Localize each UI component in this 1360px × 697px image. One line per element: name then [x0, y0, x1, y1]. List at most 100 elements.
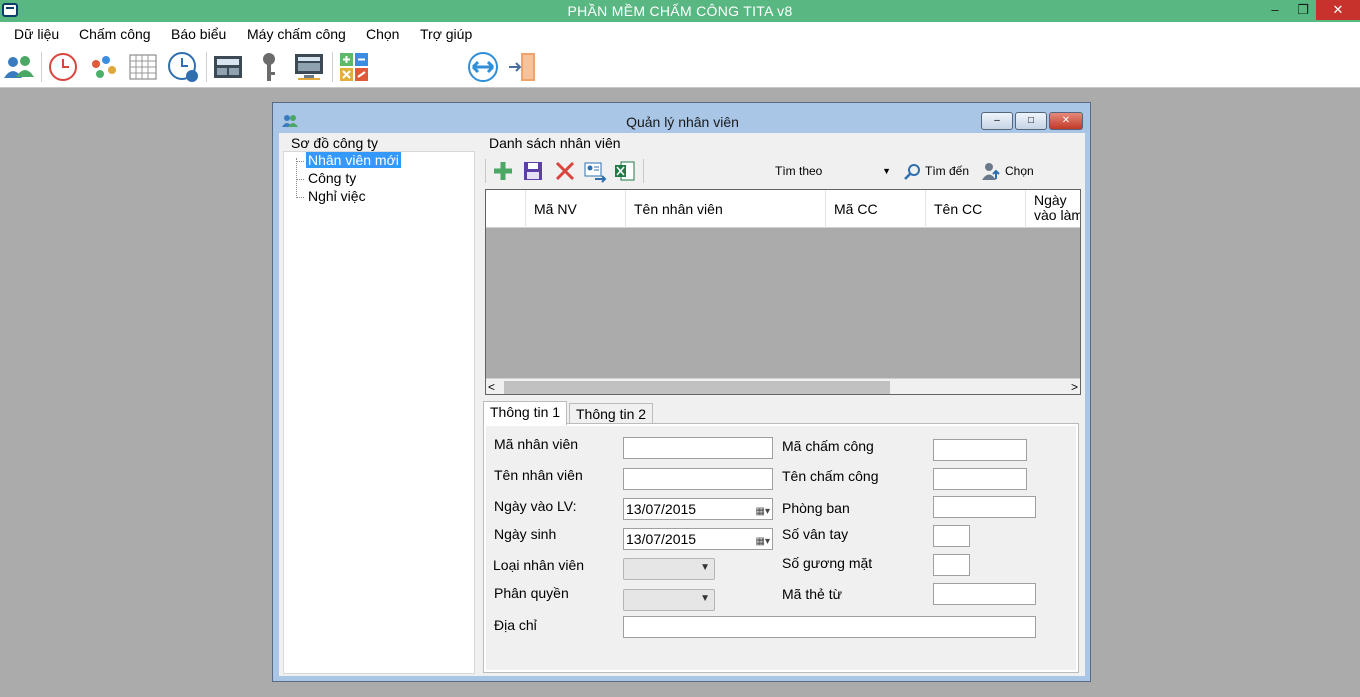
window-title: PHẦN MỀM CHẤM CÔNG TITA v8 — [567, 3, 793, 19]
phong-ban-input[interactable] — [933, 496, 1036, 518]
scroll-right-icon[interactable]: > — [1071, 379, 1078, 394]
ma-cham-cong-label: Mã chấm công — [782, 438, 874, 454]
tree-connector — [296, 179, 304, 180]
tree-node-nhan-vien-moi[interactable]: Nhân viên mới — [306, 152, 401, 168]
column-ngay-vao-lam[interactable]: Ngày vào làm — [1026, 190, 1080, 228]
ngay-vao-lv-datepicker[interactable]: 13/07/2015 ▦▾ — [623, 498, 773, 520]
toolbar-separator — [206, 52, 207, 82]
search-by-label: Tìm theo — [775, 164, 823, 178]
choose-button[interactable]: Chọn — [981, 159, 1041, 183]
sync-arrows-icon[interactable] — [466, 50, 500, 84]
company-tree-label: Sơ đồ công ty — [289, 135, 381, 151]
excel-icon[interactable] — [613, 159, 637, 183]
ten-nhan-vien-label: Tên nhân viên — [494, 467, 583, 483]
exit-door-icon[interactable] — [505, 50, 539, 84]
toolbar-grip — [485, 159, 486, 183]
tree-node-cong-ty[interactable]: Công ty — [306, 170, 358, 186]
scrollbar-thumb[interactable] — [504, 381, 890, 394]
ngay-sinh-datepicker[interactable]: 13/07/2015 ▦▾ — [623, 528, 773, 550]
menu-chon[interactable]: Chọn — [366, 26, 399, 42]
company-tree[interactable]: Nhân viên mới Công ty Nghỉ việc — [283, 151, 475, 674]
monitor-table-icon[interactable] — [292, 50, 326, 84]
tree-connector — [296, 158, 297, 196]
calendar-dropdown-icon[interactable]: ▦▾ — [756, 502, 770, 522]
dialog-maximize-button[interactable]: □ — [1015, 112, 1047, 130]
calculator-icon[interactable] — [337, 50, 371, 84]
search-by-dropdown[interactable]: Tìm theo ▼ — [775, 161, 895, 181]
key-icon[interactable] — [252, 50, 286, 84]
ma-nhan-vien-label: Mã nhân viên — [494, 436, 579, 452]
ma-the-tu-input[interactable] — [933, 583, 1036, 605]
ten-cham-cong-label: Tên chấm công — [782, 468, 879, 484]
menu-cham-cong[interactable]: Chấm công — [79, 26, 151, 42]
grid-header: Mã NV Tên nhân viên Mã CC Tên CC Ngày và… — [486, 190, 1080, 228]
form-area: Mã nhân viên Tên nhân viên Ngày vào LV: … — [486, 426, 1076, 670]
menu-bao-bieu[interactable]: Báo biểu — [171, 26, 226, 42]
close-button[interactable]: ✕ — [1316, 0, 1360, 20]
loai-nhan-vien-select[interactable]: ▼ — [623, 558, 715, 580]
phan-quyen-select[interactable]: ▼ — [623, 589, 715, 611]
clock-icon[interactable] — [46, 50, 80, 84]
ten-nhan-vien-input[interactable] — [623, 468, 773, 490]
column-ma-cc[interactable]: Mã CC — [826, 190, 926, 228]
add-icon[interactable] — [491, 159, 515, 183]
dialog-minimize-button[interactable]: – — [981, 112, 1013, 130]
phong-ban-label: Phòng ban — [782, 500, 850, 516]
phan-quyen-label: Phân quyền — [494, 585, 569, 601]
find-button-label: Tìm đến — [925, 164, 970, 178]
row-header-column — [486, 190, 526, 228]
dia-chi-input[interactable] — [623, 616, 1036, 638]
find-button[interactable]: Tìm đến — [903, 159, 975, 183]
toolbar-separator — [41, 52, 42, 82]
dialog-body: Nhân viên mới Công ty Nghỉ việc Sơ đồ cô… — [279, 133, 1085, 676]
main-toolbar — [0, 46, 1360, 88]
tree-node-nghi-viec[interactable]: Nghỉ việc — [306, 188, 368, 204]
tree-connector — [296, 197, 304, 198]
import-card-icon[interactable] — [583, 159, 607, 183]
dialog-close-button[interactable]: ✕ — [1049, 112, 1083, 130]
horizontal-scrollbar[interactable]: < > — [486, 378, 1080, 394]
user-clock-icon[interactable] — [166, 50, 200, 84]
info-tabs: Thông tin 1 Thông tin 2 Mã nhân viên Tên… — [481, 401, 1079, 674]
ten-cham-cong-input[interactable] — [933, 468, 1027, 490]
menu-bar: Dữ liệu Chấm công Báo biểu Máy chấm công… — [0, 22, 1360, 46]
choose-button-label: Chọn — [1005, 164, 1034, 178]
chevron-down-icon: ▼ — [700, 593, 710, 604]
calendar-dropdown-icon[interactable]: ▦▾ — [756, 532, 770, 552]
delete-icon[interactable] — [553, 159, 577, 183]
menu-du-lieu[interactable]: Dữ liệu — [14, 26, 59, 42]
title-bar: PHẦN MỀM CHẤM CÔNG TITA v8 – ❐ ✕ — [0, 0, 1360, 22]
column-ten-nhan-vien[interactable]: Tên nhân viên — [626, 190, 826, 228]
column-ma-nv[interactable]: Mã NV — [526, 190, 626, 228]
loai-nhan-vien-label: Loại nhân viên — [493, 557, 585, 573]
so-van-tay-input[interactable] — [933, 525, 970, 547]
scroll-left-icon[interactable]: < — [488, 379, 495, 394]
toolbar-separator — [332, 52, 333, 82]
tab-panel: Mã nhân viên Tên nhân viên Ngày vào LV: … — [483, 423, 1079, 673]
menu-may-cham-cong[interactable]: Máy chấm công — [247, 26, 346, 42]
menu-tro-giup[interactable]: Trợ giúp — [420, 26, 472, 42]
ma-nhan-vien-input[interactable] — [623, 437, 773, 459]
restore-button[interactable]: ❐ — [1290, 0, 1316, 20]
employee-management-dialog: Quản lý nhân viên – □ ✕ Nhân viên mới Cô… — [272, 102, 1091, 682]
user-select-icon — [982, 163, 1000, 180]
chevron-down-icon: ▼ — [700, 562, 710, 573]
ma-cham-cong-input[interactable] — [933, 439, 1027, 461]
ngay-sinh-value: 13/07/2015 — [626, 531, 697, 547]
ngay-sinh-label: Ngày sinh — [494, 526, 557, 542]
calendar-grid-icon[interactable] — [126, 50, 160, 84]
save-icon[interactable] — [521, 159, 545, 183]
employee-list-group: Danh sách nhân viên Tìm theo ▼ Tìm đến C… — [481, 135, 1081, 395]
dots-icon[interactable] — [86, 50, 120, 84]
column-ten-cc[interactable]: Tên CC — [926, 190, 1026, 228]
ngay-vao-lv-label: Ngày vào LV: — [494, 498, 577, 514]
employee-grid[interactable]: Mã NV Tên nhân viên Mã CC Tên CC Ngày và… — [485, 189, 1081, 395]
tab-thong-tin-1[interactable]: Thông tin 1 — [483, 401, 568, 425]
chevron-down-icon: ▼ — [882, 166, 891, 176]
terminal-icon[interactable] — [211, 50, 245, 84]
users-icon[interactable] — [2, 50, 36, 84]
list-toolbar: Tìm theo ▼ Tìm đến Chọn — [483, 155, 1079, 187]
so-guong-mat-input[interactable] — [933, 554, 970, 576]
tab-thong-tin-2[interactable]: Thông tin 2 — [569, 403, 654, 425]
minimize-button[interactable]: – — [1262, 0, 1288, 20]
